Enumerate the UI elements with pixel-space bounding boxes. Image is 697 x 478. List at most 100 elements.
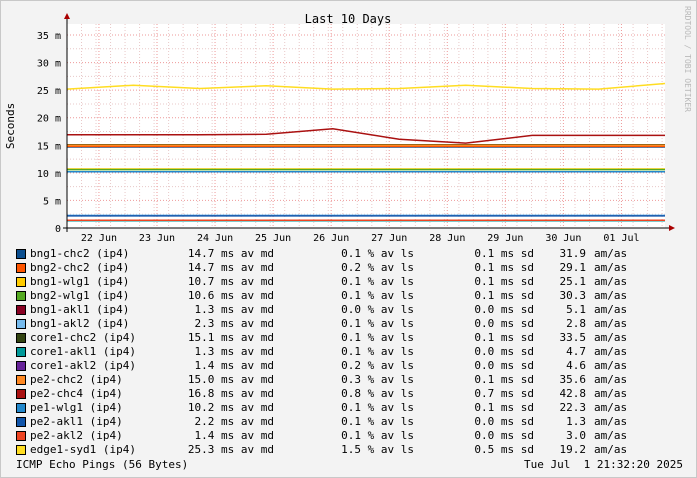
- legend-sd: 0.0 ms sd: [474, 345, 534, 358]
- legend-name: edge1-syd1 (ip4): [30, 443, 136, 456]
- legend-row: core1-chc2 (ip4) 15.1 ms av md 0.1 % av ls…: [16, 331, 656, 345]
- legend-unit: am/as: [594, 401, 628, 414]
- legend-sd: 0.1 ms sd: [474, 261, 534, 274]
- legend-loss: 0.1 % av ls: [341, 429, 414, 442]
- legend-row: pe2-chc2 (ip4) 15.0 ms av md 0.3 % av ls 0.…: [16, 373, 656, 387]
- legend-swatch: [16, 319, 26, 329]
- legend-row: bng1-wlg1 (ip4) 10.7 ms av md 0.1 % av ls 0…: [16, 275, 656, 289]
- legend-row: pe2-akl1 (ip4) 2.2 ms av md 0.1 % av ls 0.0…: [16, 415, 656, 429]
- y-tick-label: 25 m: [37, 86, 61, 97]
- legend-amas: 31.9: [559, 247, 587, 260]
- legend-swatch: [16, 431, 26, 441]
- x-tick-label: 01 Jul: [603, 233, 639, 244]
- legend-amas: 42.8: [559, 387, 587, 400]
- x-tick-label: 29 Jun: [487, 233, 523, 244]
- legend-amas: 1.3: [566, 415, 586, 428]
- legend-sd: 0.0 ms sd: [474, 359, 534, 372]
- legend-median: 1.4 ms av md: [194, 359, 274, 372]
- legend-sd: 0.0 ms sd: [474, 303, 534, 316]
- y-tick-label: 10 m: [37, 169, 61, 180]
- legend-median: 1.4 ms av md: [194, 429, 274, 442]
- legend-median: 16.8 ms av md: [187, 387, 274, 400]
- legend-unit: am/as: [594, 303, 628, 316]
- legend-median: 15.0 ms av md: [187, 373, 274, 386]
- legend-median: 14.7 ms av md: [187, 247, 274, 260]
- legend-median: 1.3 ms av md: [194, 345, 274, 358]
- legend-swatch: [16, 277, 26, 287]
- legend-swatch: [16, 445, 26, 455]
- legend-unit: am/as: [594, 317, 628, 330]
- legend-swatch: [16, 347, 26, 357]
- legend-loss: 0.1 % av ls: [341, 401, 414, 414]
- legend-sd: 0.0 ms sd: [474, 317, 534, 330]
- legend-swatch: [16, 375, 26, 385]
- footer-timestamp: Tue Jul 1 21:32:20 2025: [524, 458, 683, 471]
- legend-median: 10.2 ms av md: [187, 401, 274, 414]
- legend-median: 2.2 ms av md: [194, 415, 274, 428]
- legend-name: pe2-akl2 (ip4): [30, 429, 123, 442]
- legend-row: edge1-syd1 (ip4) 25.3 ms av md 1.5 % av ls…: [16, 443, 656, 457]
- rrdtool-watermark: RRDTOOL / TOBI OETIKER: [683, 6, 692, 112]
- legend-row: pe1-wlg1 (ip4) 10.2 ms av md 0.1 % av ls 0.…: [16, 401, 656, 415]
- legend-row: core1-akl1 (ip4) 1.3 ms av md 0.1 % av ls 0…: [16, 345, 656, 359]
- legend-loss: 0.8 % av ls: [341, 387, 414, 400]
- legend-amas: 19.2: [559, 443, 587, 456]
- legend-median: 10.7 ms av md: [187, 275, 274, 288]
- legend-sd: 0.0 ms sd: [474, 415, 534, 428]
- legend-amas: 33.5: [559, 331, 587, 344]
- legend-unit: am/as: [594, 387, 628, 400]
- legend-sd: 0.7 ms sd: [474, 387, 534, 400]
- watermark-text: RRDTOOL / TOBI OETIKER: [683, 6, 692, 112]
- legend-name: pe1-wlg1 (ip4): [30, 401, 123, 414]
- legend-loss: 0.0 % av ls: [341, 303, 414, 316]
- legend-row: pe2-akl2 (ip4) 1.4 ms av md 0.1 % av ls 0.0…: [16, 429, 656, 443]
- legend-unit: am/as: [594, 415, 628, 428]
- legend-amas: 5.1: [566, 303, 586, 316]
- x-tick-label: 22 Jun: [81, 233, 117, 244]
- legend-amas: 22.3: [559, 401, 587, 414]
- legend-sd: 0.1 ms sd: [474, 401, 534, 414]
- legend-loss: 0.1 % av ls: [341, 415, 414, 428]
- legend-loss: 1.5 % av ls: [341, 443, 414, 456]
- legend-swatch: [16, 333, 26, 343]
- legend-row: bng1-chc2 (ip4) 14.7 ms av md 0.1 % av ls 0…: [16, 247, 656, 261]
- legend-loss: 0.3 % av ls: [341, 373, 414, 386]
- y-tick-label: 35 m: [37, 31, 61, 42]
- legend-name: core1-akl2 (ip4): [30, 359, 136, 372]
- x-tick-label: 23 Jun: [139, 233, 175, 244]
- legend-median: 15.1 ms av md: [187, 331, 274, 344]
- legend-row: bng1-akl1 (ip4) 1.3 ms av md 0.0 % av ls 0.…: [16, 303, 656, 317]
- legend-name: pe2-chc4 (ip4): [30, 387, 123, 400]
- x-tick-label: 25 Jun: [255, 233, 291, 244]
- legend-swatch: [16, 263, 26, 273]
- legend-loss: 0.1 % av ls: [341, 345, 414, 358]
- x-tick-label: 27 Jun: [371, 233, 407, 244]
- legend-median: 1.3 ms av md: [194, 303, 274, 316]
- legend-loss: 0.2 % av ls: [341, 261, 414, 274]
- legend-unit: am/as: [594, 373, 628, 386]
- legend-name: pe2-akl1 (ip4): [30, 415, 123, 428]
- y-tick-label: 5 m: [43, 196, 61, 207]
- x-axis-arrow: [669, 225, 675, 231]
- legend-amas: 4.6: [566, 359, 586, 372]
- y-tick-label: 0: [55, 224, 61, 235]
- legend-unit: am/as: [594, 345, 628, 358]
- legend-swatch: [16, 361, 26, 371]
- legend-amas: 3.0: [566, 429, 586, 442]
- legend-loss: 0.1 % av ls: [341, 275, 414, 288]
- legend-swatch: [16, 417, 26, 427]
- legend-amas: 35.6: [559, 373, 587, 386]
- legend-name: pe2-chc2 (ip4): [30, 373, 123, 386]
- legend-amas: 4.7: [566, 345, 586, 358]
- x-tick-label: 30 Jun: [545, 233, 581, 244]
- legend-swatch: [16, 389, 26, 399]
- legend-row: bng1-akl2 (ip4) 2.3 ms av md 0.1 % av ls 0.…: [16, 317, 656, 331]
- legend-unit: am/as: [594, 275, 628, 288]
- legend-unit: am/as: [594, 359, 628, 372]
- legend-loss: 0.1 % av ls: [341, 317, 414, 330]
- legend-sd: 0.1 ms sd: [474, 289, 534, 302]
- legend-row: pe2-chc4 (ip4) 16.8 ms av md 0.8 % av ls 0.…: [16, 387, 656, 401]
- legend-unit: am/as: [594, 429, 628, 442]
- legend-unit: am/as: [594, 289, 628, 302]
- legend-sd: 0.0 ms sd: [474, 429, 534, 442]
